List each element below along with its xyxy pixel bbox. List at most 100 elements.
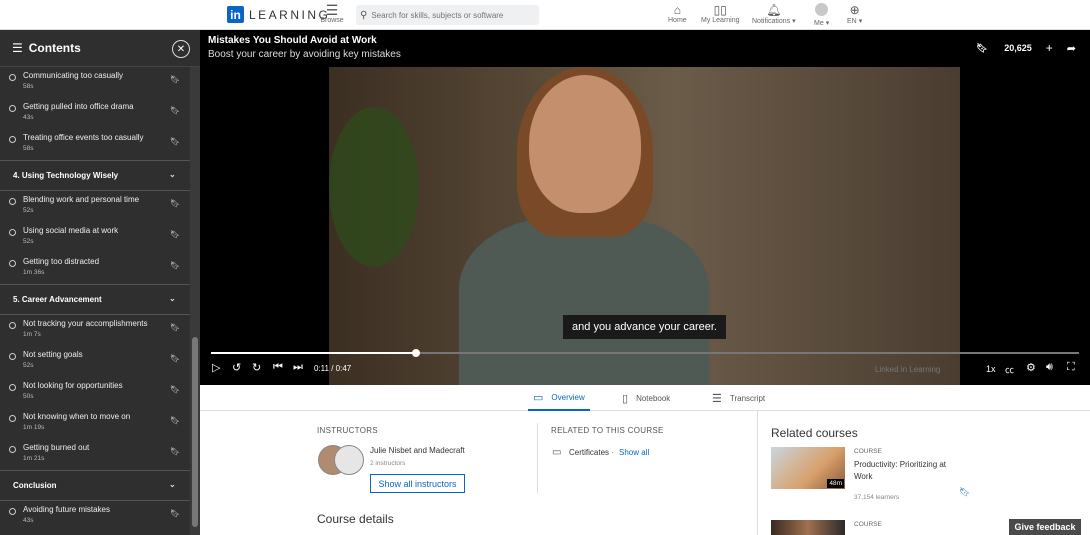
close-sidebar-button[interactable]: ✕ bbox=[172, 40, 190, 58]
course-tabs: ▭ Overview ▯ Notebook ☰ Transcript bbox=[200, 385, 1090, 411]
close-icon: ✕ bbox=[176, 43, 186, 55]
captions-icon[interactable]: ㏄ bbox=[1005, 363, 1014, 376]
give-feedback-button[interactable]: Give feedback bbox=[1009, 519, 1081, 535]
video-title: Getting too distracted bbox=[23, 257, 100, 266]
video-list-item[interactable]: Getting pulled into office drama 43s 🔖︎ bbox=[0, 98, 190, 129]
video-list-item[interactable]: Communicating too casually 58s 🔖︎ bbox=[0, 67, 190, 98]
sidebar-scrollbar[interactable] bbox=[190, 67, 200, 535]
previous-icon[interactable]: ⏮︎ bbox=[273, 361, 283, 374]
linkedin-learning-logo[interactable]: in LEARNING bbox=[227, 6, 330, 23]
bookmark-icon[interactable]: 🔖︎ bbox=[170, 230, 180, 239]
forward-icon[interactable]: ↻ bbox=[252, 361, 261, 374]
instructor-names[interactable]: Julie Nisbet and Madecraft bbox=[370, 446, 465, 455]
video-duration: 1m 21s bbox=[23, 455, 45, 462]
settings-icon[interactable]: ⚙︎ bbox=[1026, 361, 1036, 374]
bookmark-icon: 🔖︎ bbox=[976, 42, 988, 53]
total-time: 0:47 bbox=[335, 364, 352, 373]
list-icon: ☰ bbox=[12, 41, 23, 55]
tab-transcript[interactable]: ☰ Transcript bbox=[712, 385, 765, 411]
nav-home[interactable]: ⌂ Home bbox=[668, 3, 687, 24]
instructor-avatars[interactable] bbox=[318, 445, 366, 477]
contents-list: Communicating too casually 58s 🔖︎ Getting p… bbox=[0, 67, 190, 535]
bookmark-icon[interactable]: 🔖︎ bbox=[170, 106, 180, 115]
certificates-label: Certificates · bbox=[569, 448, 614, 457]
menu-icon: ☰ bbox=[325, 2, 339, 18]
progress-circle-icon bbox=[9, 384, 16, 391]
bookmark-icon[interactable]: 🔖︎ bbox=[170, 447, 180, 456]
show-all-certificates-link[interactable]: Show all bbox=[619, 448, 649, 457]
bookmark-icon[interactable]: 🔖︎ bbox=[170, 323, 180, 332]
nav-me[interactable]: Me ▾ bbox=[814, 3, 829, 27]
bookmark-icon[interactable]: 🔖︎ bbox=[170, 199, 180, 208]
video-list-item[interactable]: Using social media at work 52s 🔖︎ bbox=[0, 222, 190, 253]
save-course-button[interactable]: 🔖︎ 20,625 bbox=[962, 43, 1031, 54]
sidebar-header: ☰ Contents bbox=[0, 30, 200, 67]
chapter-header[interactable]: Conclusion ⌄ bbox=[0, 470, 190, 501]
browse-label: Browse bbox=[320, 17, 344, 24]
bookmark-icon[interactable]: 🔖︎ bbox=[170, 354, 180, 363]
progress-circle-icon bbox=[9, 229, 16, 236]
tab-overview[interactable]: ▭ Overview bbox=[528, 385, 590, 411]
video-list-item[interactable]: Not setting goals 52s 🔖︎ bbox=[0, 346, 190, 377]
progress-circle-icon bbox=[9, 198, 16, 205]
bookmark-icon[interactable]: 🔖︎ bbox=[170, 75, 180, 84]
video-title: Getting burned out bbox=[23, 443, 90, 452]
top-navigation: in LEARNING ☰ Browse ⚲ ⌂ Home ▯▯ My Lear… bbox=[0, 0, 1090, 30]
chapter-header[interactable]: 5. Career Advancement ⌄ bbox=[0, 284, 190, 315]
video-list-item[interactable]: Getting too distracted 1m 36s 🔖︎ bbox=[0, 253, 190, 284]
scrollbar-thumb[interactable] bbox=[192, 337, 198, 527]
video-list-item[interactable]: Not knowing when to move on 1m 19s 🔖︎ bbox=[0, 408, 190, 439]
share-icon[interactable]: ➦ bbox=[1067, 42, 1076, 55]
notebook-icon: ▯ bbox=[622, 392, 629, 405]
book-icon: ▯▯ bbox=[713, 3, 727, 17]
madecraft-logo bbox=[334, 445, 364, 475]
bookmark-icon[interactable]: 🔖︎ bbox=[170, 261, 180, 270]
video-duration: 1m 36s bbox=[23, 269, 45, 276]
bookmark-icon[interactable]: 🔖︎ bbox=[170, 509, 180, 518]
show-all-instructors-button[interactable]: Show all instructors bbox=[370, 474, 465, 493]
tab-notebook[interactable]: ▯ Notebook bbox=[622, 385, 670, 411]
related-course-thumbnail[interactable]: 48m bbox=[771, 447, 845, 489]
rewind-icon[interactable]: ↺ bbox=[232, 361, 241, 374]
fullscreen-icon[interactable]: ⛶ bbox=[1067, 361, 1075, 374]
dot-separator: · bbox=[611, 448, 614, 457]
course-type-label: COURSE bbox=[854, 448, 882, 455]
nav-my-learning[interactable]: ▯▯ My Learning bbox=[701, 3, 740, 24]
related-course-thumbnail[interactable] bbox=[771, 520, 845, 535]
progress-bar[interactable] bbox=[211, 349, 1079, 357]
bookmark-icon[interactable]: 🔖︎ bbox=[170, 385, 180, 394]
search-bar[interactable]: ⚲ bbox=[356, 5, 539, 25]
logo-text: LEARNING bbox=[249, 7, 331, 22]
browse-button[interactable]: ☰ Browse bbox=[320, 3, 344, 24]
play-icon[interactable]: ▷ bbox=[212, 361, 220, 374]
nav-notifications[interactable]: 🔔︎ Notifications ▾ bbox=[752, 3, 796, 25]
video-list-item[interactable]: Treating office events too casually 58s 🔖︎ bbox=[0, 129, 190, 160]
chevron-down-icon: ⌄ bbox=[169, 170, 176, 179]
bookmark-icon[interactable]: 🔖︎ bbox=[959, 487, 970, 498]
bookmark-icon[interactable]: 🔖︎ bbox=[170, 416, 180, 425]
chapter-header[interactable]: 4. Using Technology Wisely ⌄ bbox=[0, 160, 190, 191]
linkedin-logo-mark: in bbox=[227, 6, 244, 23]
video-duration: 1m 19s bbox=[23, 424, 45, 431]
linkedin-learning-watermark: Linked in Learning bbox=[875, 365, 941, 374]
time-display: 0:11 / 0:47 bbox=[314, 364, 351, 373]
tab-notebook-label: Notebook bbox=[636, 393, 671, 403]
search-input[interactable] bbox=[371, 10, 532, 20]
volume-icon[interactable]: 🔊︎ bbox=[1046, 361, 1053, 374]
add-icon[interactable]: + bbox=[1046, 41, 1053, 55]
chapter-title: Conclusion bbox=[13, 481, 57, 490]
next-icon[interactable]: ⏭︎ bbox=[293, 361, 303, 374]
video-list-item[interactable]: Not looking for opportunities 50s 🔖︎ bbox=[0, 377, 190, 408]
video-list-item[interactable]: Blending work and personal time 52s 🔖︎ bbox=[0, 191, 190, 222]
video-player[interactable]: Mistakes You Should Avoid at Work Boost … bbox=[200, 30, 1090, 385]
speed-button[interactable]: 1x bbox=[986, 364, 996, 374]
video-list-item[interactable]: Not tracking your accomplishments 1m 7s 🔖︎ bbox=[0, 315, 190, 346]
video-list-item[interactable]: Getting burned out 1m 21s 🔖︎ bbox=[0, 439, 190, 470]
related-course-name[interactable]: Productivity: Prioritizing at Work bbox=[854, 459, 964, 483]
bookmark-icon[interactable]: 🔖︎ bbox=[170, 137, 180, 146]
progress-circle-icon bbox=[9, 136, 16, 143]
nav-language[interactable]: ⊕ EN ▾ bbox=[847, 3, 862, 25]
nav-language-label: EN bbox=[847, 18, 857, 25]
video-list-item[interactable]: Avoiding future mistakes 43s 🔖︎ bbox=[0, 501, 190, 532]
nav-me-label: Me bbox=[814, 20, 824, 27]
